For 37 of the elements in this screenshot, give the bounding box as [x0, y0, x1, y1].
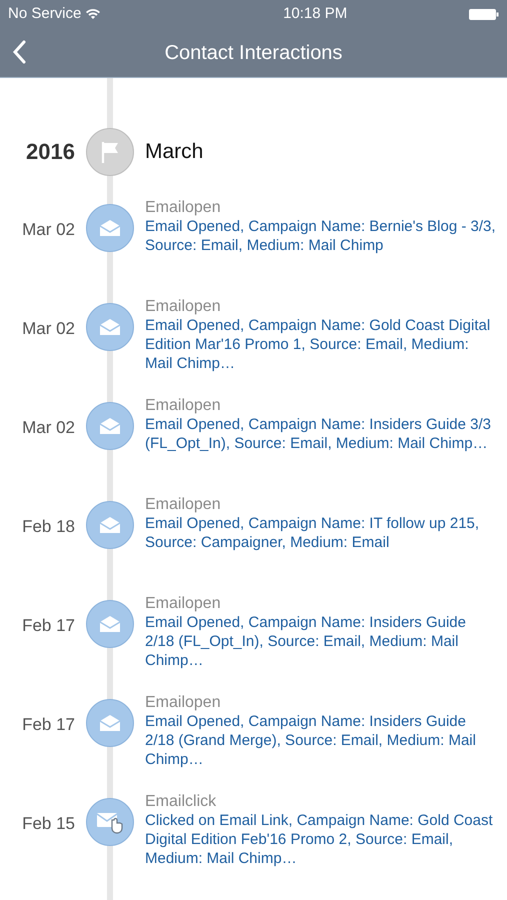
- envelope-icon: [86, 204, 134, 252]
- event-type: Emailopen: [145, 396, 222, 415]
- month-label: March: [145, 138, 204, 165]
- event-type: Emailopen: [145, 198, 222, 217]
- event-type: Emailclick: [145, 792, 218, 811]
- event-type: Emailopen: [145, 297, 222, 316]
- envelope-icon: [86, 699, 134, 747]
- envelope-icon: [86, 501, 134, 549]
- date-label: Mar 02: [21, 219, 75, 241]
- date-label: Mar 02: [21, 417, 75, 439]
- envelope-icon: [86, 600, 134, 648]
- date-label: Mar 02: [21, 318, 75, 340]
- date-label: Feb 17: [21, 615, 75, 637]
- event-description[interactable]: Email Opened, Campaign Name: Bernie's Blog - 3/3, Source: Email, Medium: Mail Chimp: [145, 217, 499, 255]
- date-label: Feb 17: [21, 714, 75, 736]
- event-type: Emailopen: [145, 594, 222, 613]
- year-label: 2016: [25, 138, 75, 166]
- envelope-icon: [86, 303, 134, 351]
- event-description[interactable]: Email Opened, Campaign Name: Gold Coast Digital Edition Mar'16 Promo 1, Source: Email, Medium: Mail Chimp…: [145, 316, 499, 373]
- date-label: Feb 15: [21, 813, 75, 835]
- event-type: Emailopen: [145, 693, 222, 712]
- screen-title: Contact Interactions: [164, 40, 342, 66]
- event-description[interactable]: Email Opened, Campaign Name: IT follow up 215, Source: Campaigner, Medium: Email: [145, 514, 499, 552]
- wifi-icon: [85, 8, 102, 20]
- event-description[interactable]: Email Opened, Campaign Name: Insiders Guide 2/18 (FL_Opt_In), Source: Email, Medium: Mail Chimp…: [145, 613, 499, 670]
- battery-icon: [468, 8, 499, 20]
- event-description[interactable]: Email Opened, Campaign Name: Insiders Guide 2/18 (Grand Merge), Source: Email, Medium: Mail Chimp…: [145, 712, 499, 769]
- flag-icon: [86, 128, 134, 176]
- time-label: 10:18 PM: [283, 4, 348, 24]
- event-description[interactable]: Email Opened, Campaign Name: Insiders Guide 3/3 (FL_Opt_In), Source: Email, Medium: Mail Chimp…: [145, 415, 499, 453]
- envelope-icon: [86, 402, 134, 450]
- event-description[interactable]: Clicked on Email Link, Campaign Name: Gold Coast Digital Edition Feb'16 Promo 2, Source: Email, Medium: Mail Chimp…: [145, 811, 499, 868]
- envelope-cursor-icon: [86, 798, 134, 846]
- carrier-label: No Service: [8, 4, 82, 24]
- event-type: Emailopen: [145, 495, 222, 514]
- date-label: Feb 18: [21, 516, 75, 538]
- back-button[interactable]: [12, 40, 26, 64]
